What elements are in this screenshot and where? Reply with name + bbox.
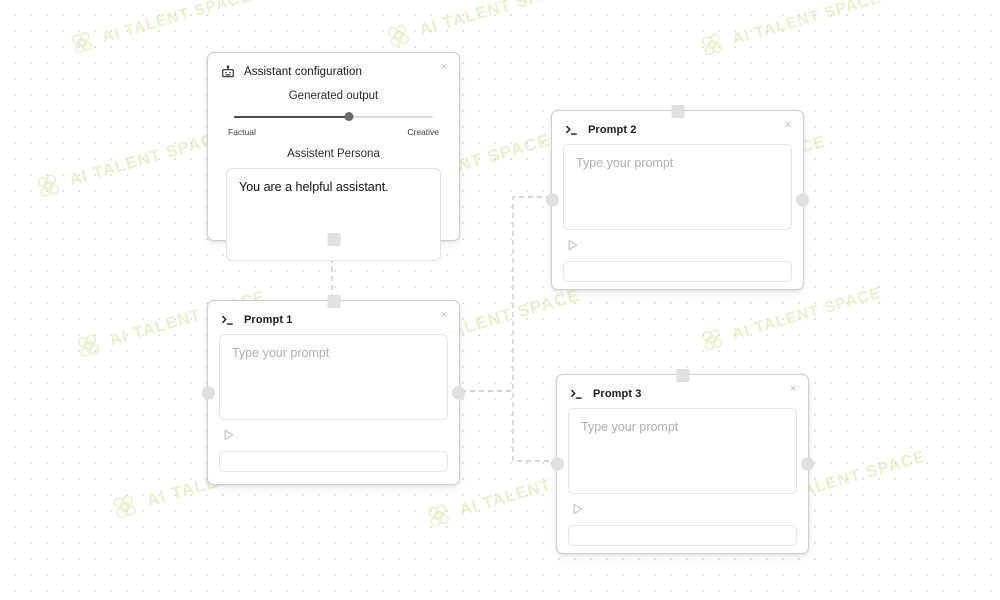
edge-layer bbox=[0, 0, 1000, 600]
watermark-logo-icon bbox=[381, 19, 416, 54]
terminal-prompt-icon bbox=[220, 312, 235, 327]
generated-output-label: Generated output bbox=[288, 90, 379, 102]
watermark-label: AI TALENT SPACE bbox=[67, 126, 228, 190]
prompt-body: Type your prompt bbox=[552, 141, 803, 292]
node-handle-right[interactable] bbox=[796, 193, 809, 207]
node-assistant-configuration[interactable]: Assistant configuration × Generated outp… bbox=[207, 52, 460, 261]
watermark-label: AI TALENT SPACE bbox=[730, 0, 884, 49]
prompt-body: Type your prompt bbox=[557, 405, 808, 556]
play-icon[interactable] bbox=[220, 427, 236, 443]
watermark-logo-icon bbox=[71, 329, 106, 364]
node-prompt-3[interactable]: Prompt 3 × Type your prompt bbox=[551, 369, 814, 556]
prompt-output-bar[interactable] bbox=[568, 525, 797, 546]
node-handle-right[interactable] bbox=[452, 386, 465, 399]
edge-prompt1-to-prompt3 bbox=[461, 390, 556, 462]
node-handle-top[interactable] bbox=[327, 295, 340, 308]
persona-textarea[interactable]: You are a helpful assistant. bbox=[226, 168, 441, 261]
terminal-prompt-icon bbox=[564, 122, 579, 137]
run-row bbox=[568, 494, 797, 520]
assistant-config-body: Generated output Factual Creative Assist… bbox=[208, 83, 459, 275]
play-icon[interactable] bbox=[569, 501, 585, 517]
watermark-layer: AI TALENT SPACE AI TALENT SPACE AI TALEN… bbox=[0, 0, 1000, 600]
node-title: Prompt 2 bbox=[588, 123, 637, 136]
prompt-output-bar[interactable] bbox=[563, 261, 792, 282]
watermark-logo-icon bbox=[106, 489, 143, 526]
node-header: Assistant configuration × bbox=[208, 53, 459, 83]
persona-label: Assistent Persona bbox=[287, 148, 380, 160]
terminal-prompt-icon bbox=[569, 386, 584, 401]
watermark-label: AI TALENT SPACE bbox=[100, 0, 254, 47]
close-icon[interactable]: × bbox=[437, 308, 451, 322]
node-title: Prompt 3 bbox=[593, 387, 642, 400]
slider-min-label: Factual bbox=[228, 127, 256, 137]
slider-thumb[interactable] bbox=[344, 112, 354, 121]
play-icon[interactable] bbox=[564, 237, 580, 253]
node-handle-top[interactable] bbox=[671, 105, 684, 118]
prompt-body: Type your prompt bbox=[208, 331, 459, 482]
run-row bbox=[219, 420, 448, 446]
watermark-logo-icon bbox=[695, 323, 729, 357]
robot-icon bbox=[220, 64, 235, 79]
prompt-input[interactable]: Type your prompt bbox=[563, 144, 792, 230]
node-title: Assistant configuration bbox=[244, 65, 363, 78]
node-prompt-1[interactable]: Prompt 1 × Type your prompt bbox=[202, 295, 465, 485]
slider-end-labels: Factual Creative bbox=[228, 127, 439, 137]
node-title: Prompt 1 bbox=[244, 313, 293, 326]
watermark-logo-icon bbox=[65, 26, 99, 60]
node-handle-left[interactable] bbox=[551, 457, 564, 471]
close-icon[interactable]: × bbox=[437, 60, 451, 74]
prompt-input[interactable]: Type your prompt bbox=[219, 334, 448, 420]
prompt-input[interactable]: Type your prompt bbox=[568, 408, 797, 494]
node-handle-bottom[interactable] bbox=[327, 233, 340, 246]
node-handle-left[interactable] bbox=[202, 386, 215, 399]
run-row bbox=[563, 230, 792, 256]
watermark-logo-icon bbox=[421, 499, 456, 534]
close-icon[interactable]: × bbox=[786, 382, 800, 396]
slider-fill bbox=[234, 116, 350, 118]
watermark: AI TALENT SPACE bbox=[381, 0, 579, 54]
node-handle-right[interactable] bbox=[801, 457, 814, 471]
close-icon[interactable]: × bbox=[781, 118, 795, 132]
watermark-logo-icon bbox=[31, 169, 66, 204]
prompt-output-bar[interactable] bbox=[219, 451, 448, 472]
node-handle-top[interactable] bbox=[676, 369, 689, 382]
watermark-label: AI TALENT SPACE bbox=[417, 0, 578, 40]
flow-canvas[interactable]: AI TALENT SPACE AI TALENT SPACE AI TALEN… bbox=[0, 0, 1000, 600]
watermark: AI TALENT SPACE bbox=[695, 0, 884, 62]
node-handle-left[interactable] bbox=[546, 193, 559, 207]
watermark-label: AI TALENT SPACE bbox=[730, 283, 884, 344]
node-prompt-2[interactable]: Prompt 2 × Type your prompt bbox=[546, 105, 809, 292]
watermark-logo-icon bbox=[695, 28, 729, 62]
creativity-slider[interactable] bbox=[234, 111, 433, 123]
watermark: AI TALENT SPACE bbox=[31, 122, 229, 204]
slider-max-label: Creative bbox=[407, 127, 439, 137]
edge-prompt1-to-prompt2 bbox=[461, 196, 551, 392]
